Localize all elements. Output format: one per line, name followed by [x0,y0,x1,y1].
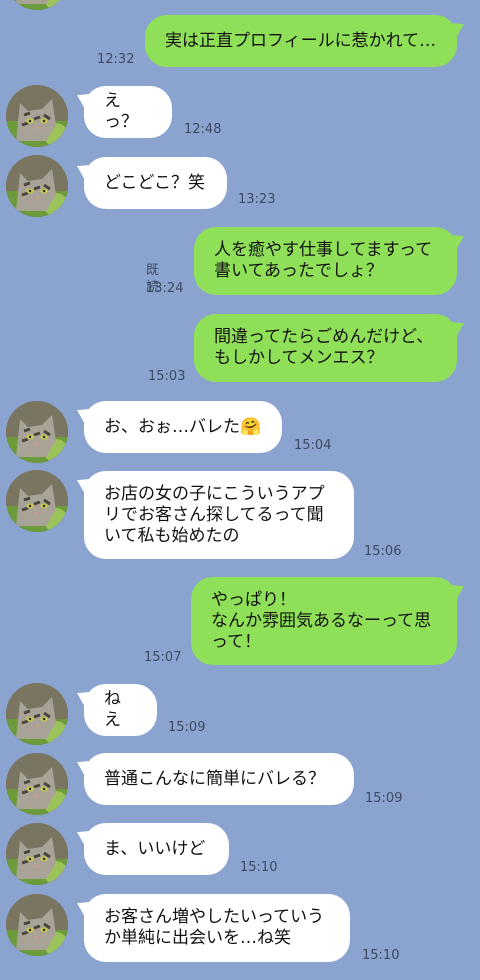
message-bubble[interactable]: お店の女の子にこういうアプ リでお客さん探してるって聞 いて私も始めたの [84,471,354,559]
message-bubble[interactable]: 人を癒やす仕事してますって 書いてあったでしょ？ [194,227,457,295]
avatar[interactable] [6,894,68,956]
avatar[interactable] [6,753,68,815]
cat-photo-icon [6,401,68,463]
avatar[interactable] [6,401,68,463]
message-bubble[interactable]: ま、いいけど [84,823,229,875]
message-time: 13:24 [146,281,184,296]
message-time: 13:23 [238,192,276,207]
message-time: 12:32 [97,52,135,67]
message-bubble[interactable]: お、おぉ…バレた🤗 [84,401,282,453]
message-time: 15:10 [362,948,400,963]
message-time: 15:04 [294,438,332,453]
cat-photo-icon [6,683,68,745]
cat-photo-icon [6,894,68,956]
cat-photo-icon [6,470,68,532]
cat-photo-icon [6,753,68,815]
cat-photo-icon [6,0,68,10]
message-time: 15:09 [168,720,206,735]
message-bubble[interactable]: やっぱり！ なんか雰囲気あるなーって思 って！ [191,577,457,665]
cat-photo-icon [6,155,68,217]
cat-photo-icon [6,85,68,147]
message-time: 15:09 [365,791,403,806]
message-bubble[interactable]: えっ？ [84,86,172,138]
message-bubble[interactable]: 普通こんなに簡単にバレる？ [84,753,354,805]
message-time: 15:10 [240,860,278,875]
avatar[interactable] [6,823,68,885]
avatar[interactable] [6,85,68,147]
message-bubble[interactable]: 実は正直プロフィールに惹かれて… [145,15,457,67]
message-bubble[interactable]: 間違ってたらごめんだけど、 もしかしてメンエス？ [194,314,457,382]
message-bubble[interactable]: ねえ [84,684,157,736]
message-time: 15:06 [364,544,402,559]
avatar[interactable] [6,683,68,745]
cat-photo-icon [6,823,68,885]
message-time: 15:03 [148,369,186,384]
message-bubble[interactable]: どこどこ？笑 [84,157,227,209]
avatar[interactable] [6,0,68,10]
message-bubble[interactable]: お客さん増やしたいっていう か単純に出会いを…ね笑 [84,894,350,962]
avatar[interactable] [6,470,68,532]
message-time: 15:07 [144,650,182,665]
message-time: 12:48 [184,122,222,137]
avatar[interactable] [6,155,68,217]
